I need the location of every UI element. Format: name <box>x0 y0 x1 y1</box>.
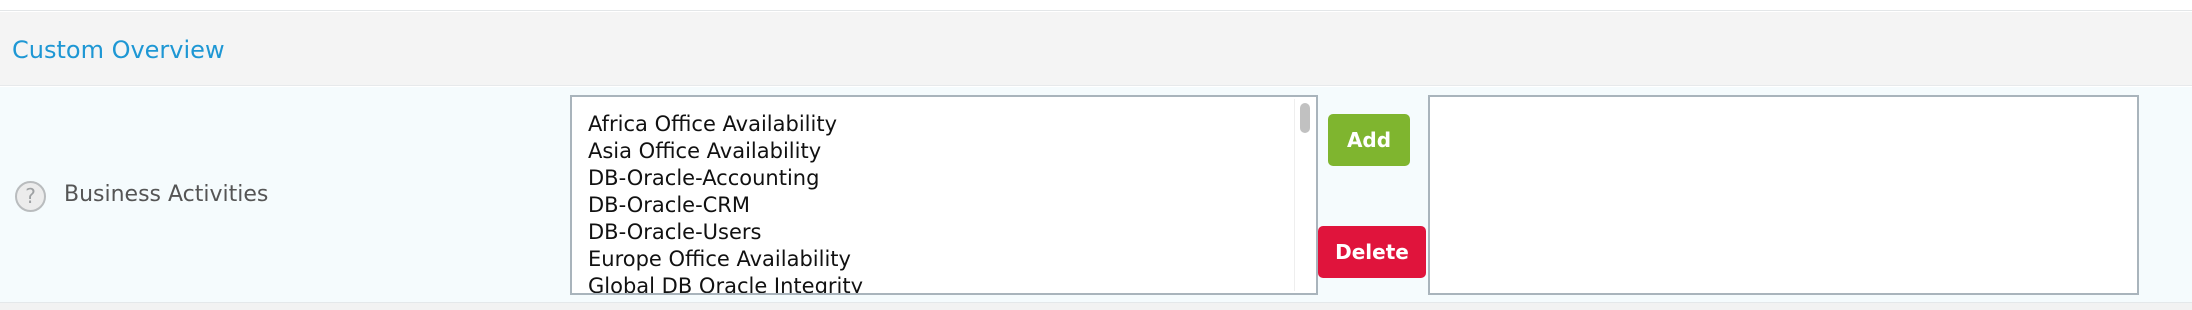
available-activities-listbox[interactable]: Africa Office Availability Asia Office A… <box>570 95 1318 295</box>
section-header: Custom Overview <box>0 12 2192 86</box>
partial-top-glyph: ⌃ <box>230 0 239 5</box>
list-item[interactable]: DB-Oracle-Users <box>588 219 1316 246</box>
selected-activities-listbox[interactable] <box>1428 95 2139 295</box>
add-button[interactable]: Add <box>1328 114 1410 166</box>
delete-button[interactable]: Delete <box>1318 226 1426 278</box>
list-item[interactable]: DB-Oracle-Accounting <box>588 165 1316 192</box>
business-activities-row: ? Business Activities Africa Office Avai… <box>0 87 2192 303</box>
scrollbar-thumb[interactable] <box>1300 103 1310 133</box>
list-item[interactable]: DB-Oracle-CRM <box>588 192 1316 219</box>
list-item[interactable]: Africa Office Availability <box>588 111 1316 138</box>
list-item[interactable]: Europe Office Availability <box>588 246 1316 273</box>
section-title[interactable]: Custom Overview <box>12 36 225 64</box>
top-strip: ⌃ <box>0 0 2192 11</box>
help-icon[interactable]: ? <box>15 181 46 212</box>
bottom-strip <box>0 303 2192 310</box>
available-activities-list: Africa Office Availability Asia Office A… <box>572 97 1316 293</box>
list-item[interactable]: Global DB Oracle Integrity <box>588 273 1316 293</box>
business-activities-label: Business Activities <box>64 182 269 207</box>
list-item[interactable]: Asia Office Availability <box>588 138 1316 165</box>
listbox-scrollbar[interactable] <box>1294 99 1314 291</box>
